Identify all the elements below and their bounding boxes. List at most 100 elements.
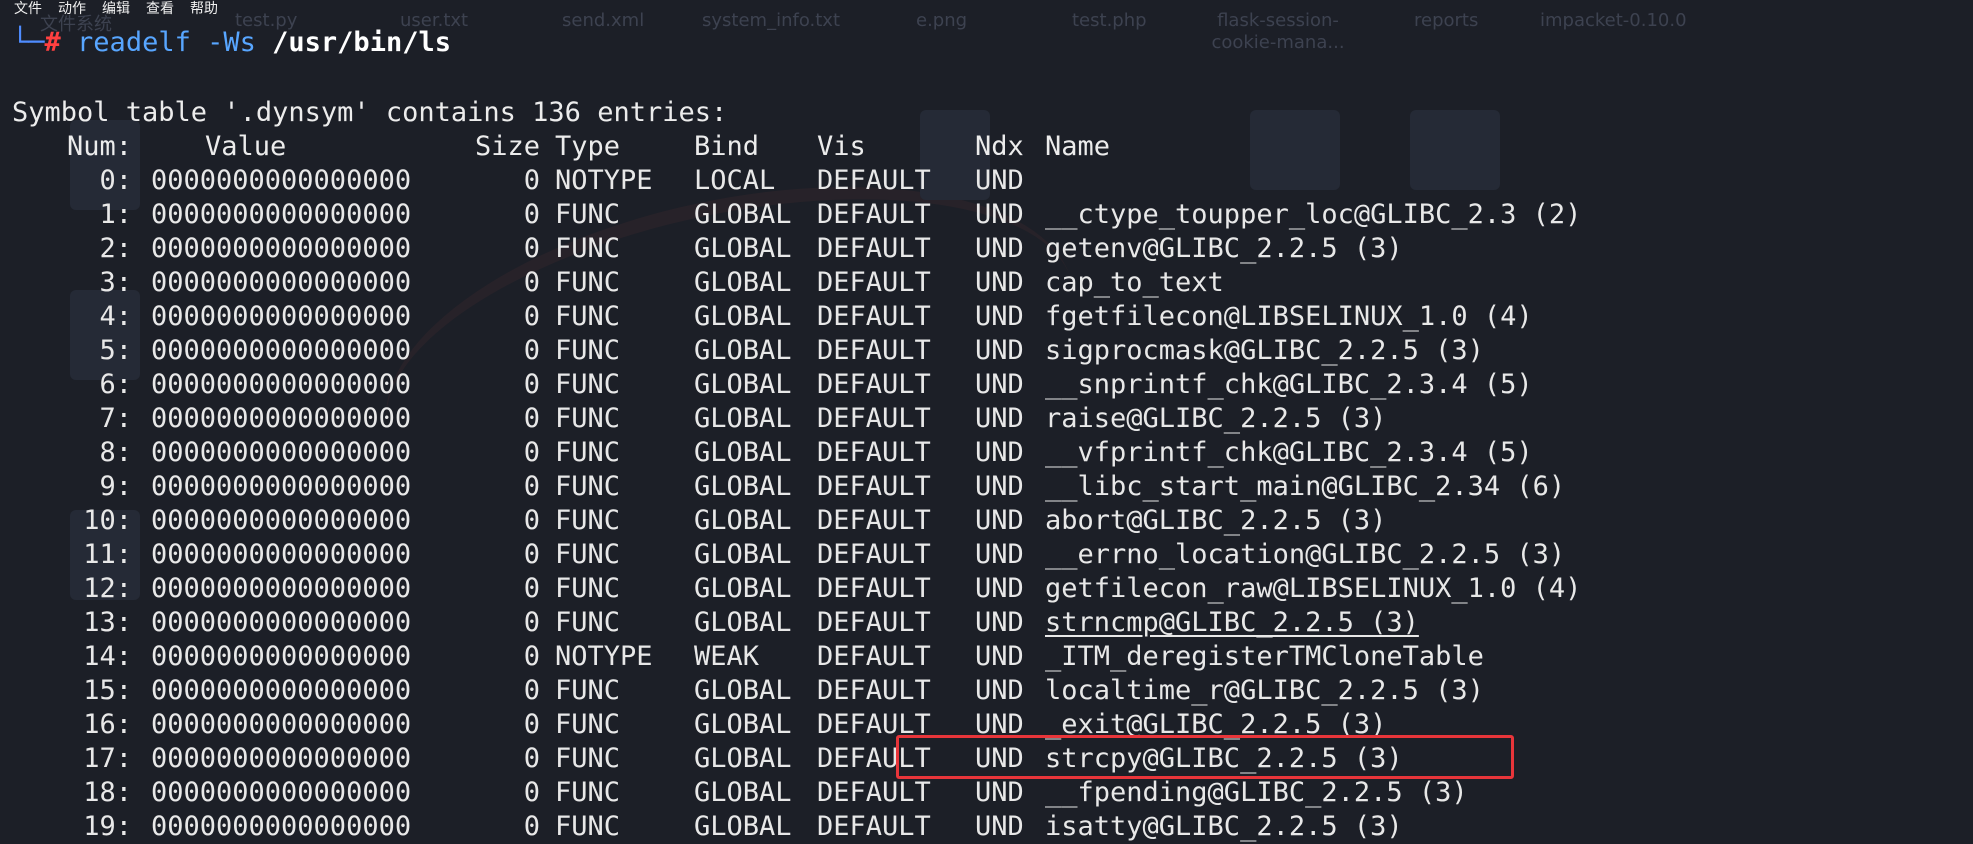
symbol-name: abort@GLIBC_2.2.5 (3) [1045,505,1387,536]
table-row: 1: 0000000000000000 0 FUNC GLOBAL DEFAULT UND _… [0,198,1973,232]
symbol-size: 0 [523,709,540,740]
header-num: Num: [66,131,132,162]
symbol-ndx: UND [975,539,1024,570]
symbol-value: 0000000000000000 [151,335,412,366]
header-name: Name [1045,131,1111,162]
symbol-num: 3: [99,267,132,298]
symbol-name: raise@GLIBC_2.2.5 (3) [1045,403,1387,434]
symbol-num: 14: [83,641,132,672]
menu-help[interactable]: 帮助 [190,0,218,18]
symbol-vis: DEFAULT [817,811,931,842]
symbol-ndx: UND [975,165,1024,196]
symbol-type: FUNC [555,403,621,434]
table-row: 13: 0000000000000000 0 FUNC GLOBAL DEFAULT UND… [0,606,1973,640]
header-ndx: Ndx [975,131,1024,162]
symbol-bind: WEAK [694,641,760,672]
header-size: Size [474,131,540,162]
symbol-num: 2: [99,233,132,264]
symbol-ndx: UND [975,233,1024,264]
symbol-value: 0000000000000000 [151,267,412,298]
prompt-corner: └─ [12,27,45,58]
symbol-value: 0000000000000000 [151,607,412,638]
table-row: 8: 0000000000000000 0 FUNC GLOBAL DEFAULT UND _… [0,436,1973,470]
symbol-bind: GLOBAL [694,233,792,264]
table-row: 5: 0000000000000000 0 FUNC GLOBAL DEFAULT UND s… [0,334,1973,368]
menu-edit[interactable]: 编辑 [102,0,130,18]
symbol-size: 0 [523,233,540,264]
command-argument: /usr/bin/ls [272,27,451,58]
symbol-name: __errno_location@GLIBC_2.2.5 (3) [1045,539,1566,570]
table-row: 9: 0000000000000000 0 FUNC GLOBAL DEFAULT UND _… [0,470,1973,504]
symbol-size: 0 [523,301,540,332]
symbol-bind: GLOBAL [694,471,792,502]
symbol-num: 18: [83,777,132,808]
table-row: 7: 0000000000000000 0 FUNC GLOBAL DEFAULT UND r… [0,402,1973,436]
symbol-table-summary: Symbol table '.dynsym' contains 136 entr… [12,97,728,128]
table-row: 4: 0000000000000000 0 FUNC GLOBAL DEFAULT UND f… [0,300,1973,334]
symbol-bind: GLOBAL [694,369,792,400]
symbol-type: FUNC [555,743,621,774]
symbol-value: 0000000000000000 [151,539,412,570]
symbol-name: _ITM_deregisterTMCloneTable [1045,641,1484,672]
table-row: 3: 0000000000000000 0 FUNC GLOBAL DEFAULT UND c… [0,266,1973,300]
symbol-name: getenv@GLIBC_2.2.5 (3) [1045,233,1403,264]
symbol-ndx: UND [975,301,1024,332]
symbol-name: __libc_start_main@GLIBC_2.34 (6) [1045,471,1566,502]
symbol-num: 0: [99,165,132,196]
symbol-type: FUNC [555,471,621,502]
table-row: 14: 0000000000000000 0 NOTYPE WEAK DEFAULT UND… [0,640,1973,674]
symbol-bind: GLOBAL [694,539,792,570]
symbol-size: 0 [523,267,540,298]
symbol-type: FUNC [555,335,621,366]
symbol-size: 0 [523,675,540,706]
symbol-type: FUNC [555,301,621,332]
symbol-size: 0 [523,641,540,672]
symbol-num: 13: [83,607,132,638]
symbol-ndx: UND [975,573,1024,604]
symbol-bind: GLOBAL [694,301,792,332]
menu-action[interactable]: 动作 [58,0,86,18]
symbol-vis: DEFAULT [817,471,931,502]
symbol-num: 12: [83,573,132,604]
table-row: 15: 0000000000000000 0 FUNC GLOBAL DEFAULT UND… [0,674,1973,708]
symbol-type: FUNC [555,267,621,298]
symbol-vis: DEFAULT [817,165,931,196]
symbol-type: FUNC [555,709,621,740]
symbol-bind: GLOBAL [694,675,792,706]
symbol-type: FUNC [555,505,621,536]
symbol-num: 5: [99,335,132,366]
symbol-value: 0000000000000000 [151,777,412,808]
table-row: 19: 0000000000000000 0 FUNC GLOBAL DEFAULT UND… [0,810,1973,844]
symbol-value: 0000000000000000 [151,641,412,672]
menu-view[interactable]: 查看 [146,0,174,18]
symbol-value: 0000000000000000 [151,165,412,196]
symbol-ndx: UND [975,777,1024,808]
symbol-name: __ctype_toupper_loc@GLIBC_2.3 (2) [1045,199,1582,230]
header-vis: Vis [817,131,866,162]
symbol-name: isatty@GLIBC_2.2.5 (3) [1045,811,1403,842]
symbol-vis: DEFAULT [817,641,931,672]
header-type: Type [555,131,621,162]
symbol-bind: GLOBAL [694,607,792,638]
symbol-size: 0 [523,777,540,808]
terminal-window[interactable]: └─# readelf -Ws /usr/bin/ls Symbol table… [0,0,1973,842]
symbol-ndx: UND [975,471,1024,502]
symbol-size: 0 [523,165,540,196]
symbol-name: fgetfilecon@LIBSELINUX_1.0 (4) [1045,301,1533,332]
symbol-vis: DEFAULT [817,777,931,808]
symbol-ndx: UND [975,505,1024,536]
symbol-num: 16: [83,709,132,740]
symbol-type: FUNC [555,199,621,230]
symbol-name: __snprintf_chk@GLIBC_2.3.4 (5) [1045,369,1533,400]
symbol-type: FUNC [555,573,621,604]
symbol-bind: GLOBAL [694,437,792,468]
highlight-annotation-box [896,735,1514,779]
symbol-type: FUNC [555,607,621,638]
symbol-name: __vfprintf_chk@GLIBC_2.3.4 (5) [1045,437,1533,468]
symbol-num: 4: [99,301,132,332]
symbol-bind: GLOBAL [694,811,792,842]
header-bind: Bind [694,131,760,162]
symbol-num: 6: [99,369,132,400]
symbol-num: 10: [83,505,132,536]
menu-file[interactable]: 文件 [14,0,42,18]
